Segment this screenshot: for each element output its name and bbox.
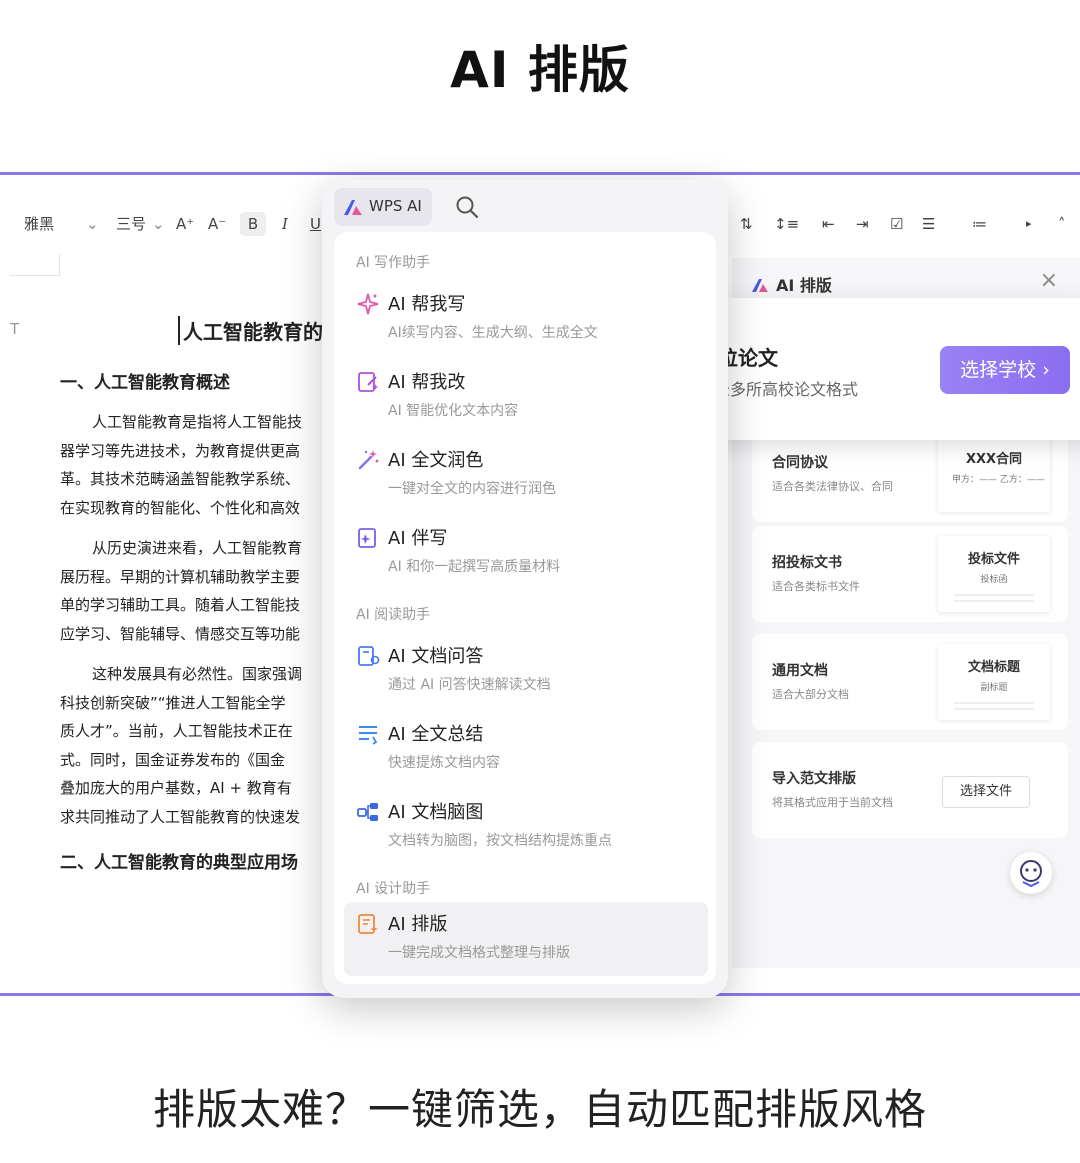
choose-file-button[interactable]: 选择文件 [942, 776, 1030, 808]
menu-item-label: AI 帮我写 [388, 294, 466, 315]
wps-ai-menu: WPS AI AI 写作助手 AI 帮我写 AI续写内容、生成大纲、生成全文 A… [322, 180, 728, 998]
chevron-down-icon[interactable]: ⌄ [86, 212, 99, 236]
template-desc: 适合各类法律协议、合同 [772, 480, 893, 493]
assistant-avatar-icon[interactable] [1010, 852, 1052, 894]
menu-item-label: AI 帮我改 [388, 372, 466, 393]
menu-item-mindmap[interactable]: AI 文档脑图 文档转为脑图，按文档结构提炼重点 [344, 790, 708, 864]
template-card-general[interactable]: 通用文档 适合大部分文档 文档标题 副标题 [752, 634, 1068, 730]
template-card-bidding[interactable]: 招投标文书 适合各类标书文件 投标文件 投标函 [752, 526, 1068, 622]
decrease-indent-icon[interactable]: ⇤ [822, 212, 835, 236]
co-write-icon [358, 528, 376, 548]
menu-item-desc: AI 智能优化文本内容 [388, 403, 519, 419]
document-title[interactable]: 人工智能教育的 [178, 316, 323, 345]
doc-qa-icon [358, 646, 380, 666]
menu-item-label: AI 文档问答 [388, 646, 484, 667]
edit-doc-icon [358, 372, 378, 392]
menu-item-doc-qa[interactable]: AI 文档问答 通过 AI 问答快速解读文档 [344, 634, 708, 708]
template-card-import[interactable]: 导入范文排版 将其格式应用于当前文档 选择文件 [752, 742, 1068, 838]
menu-item-layout[interactable]: AI 排版 一键完成文档格式整理与排版 [344, 902, 708, 976]
chevron-down-icon[interactable]: ⌄ [152, 212, 165, 236]
menu-item-desc: AI续写内容、生成大纲、生成全文 [388, 325, 598, 341]
menu-item-polish[interactable]: AI 全文润色 一键对全文的内容进行润色 [344, 438, 708, 512]
menu-item-label: AI 排版 [388, 914, 448, 935]
menu-item-desc: 一键对全文的内容进行润色 [388, 481, 556, 497]
wps-ai-label: WPS AI [369, 197, 422, 215]
menu-list: AI 写作助手 AI 帮我写 AI续写内容、生成大纲、生成全文 AI 帮我改 A… [334, 232, 716, 984]
panel-title: AI 排版 [776, 276, 832, 295]
template-name: 通用文档 [772, 663, 828, 679]
italic-button[interactable]: I [282, 212, 288, 236]
thesis-template-card[interactable]: 学位论文 收录多所高校论文格式 选择学校 › [666, 298, 1080, 440]
ruler [10, 254, 60, 276]
wps-ai-logo-icon [752, 279, 768, 292]
template-preview: XXX合同 甲方：—— 乙方：—— [938, 436, 1050, 512]
menu-item-desc: 通过 AI 问答快速解读文档 [388, 677, 551, 693]
choose-school-button[interactable]: 选择学校 › [940, 346, 1070, 394]
menu-item-label: AI 全文润色 [388, 450, 484, 471]
section-label-design: AI 设计助手 [356, 881, 431, 897]
font-family-select[interactable]: 雅黑 [24, 212, 54, 236]
menu-item-desc: AI 和你一起撰写高质量材料 [388, 559, 561, 575]
menu-item-desc: 文档转为脑图，按文档结构提炼重点 [388, 833, 612, 849]
section-label-writing: AI 写作助手 [356, 255, 431, 271]
style-marker: T [10, 320, 20, 338]
paragraph: 这种发展具有必然性。国家强调 科技创新突破”“推进人工智能全学 质人才”。当前，… [60, 665, 303, 826]
menu-item-desc: 快速提炼文档内容 [388, 755, 500, 771]
menu-item-desc: 一键完成文档格式整理与排版 [388, 945, 570, 961]
search-icon[interactable] [454, 194, 480, 220]
template-preview: 文档标题 副标题 [938, 644, 1050, 720]
template-desc: 将其格式应用于当前文档 [772, 796, 893, 809]
template-preview: 投标文件 投标函 [938, 536, 1050, 612]
caption-text: 排版太难？一键筛选，自动匹配排版风格 [152, 1085, 927, 1134]
close-icon[interactable]: × [1040, 268, 1058, 293]
more-icon[interactable]: ▸ [1026, 212, 1032, 236]
template-desc: 适合各类标书文件 [772, 580, 860, 593]
numbered-list-icon[interactable]: ≔ [972, 212, 987, 236]
panel-header: AI 排版 [750, 272, 832, 296]
line-spacing-icon[interactable]: ⇅ [740, 212, 753, 236]
menu-item-help-edit[interactable]: AI 帮我改 AI 智能优化文本内容 [344, 360, 708, 434]
document-page[interactable]: T 人工智能教育的 一、人工智能教育概述 人工智能教育是指将人工智能技 器学习等… [0, 280, 328, 980]
template-name: 招投标文书 [772, 555, 842, 571]
magic-wand-icon [358, 450, 379, 470]
font-shrink-button[interactable]: A⁻ [208, 212, 226, 236]
underline-button[interactable]: U [310, 212, 321, 236]
section-label-reading: AI 阅读助手 [356, 607, 431, 623]
font-size-select[interactable]: 三号 [116, 212, 146, 236]
increase-indent-icon[interactable]: ⇥ [856, 212, 869, 236]
template-desc: 适合大部分文档 [772, 688, 849, 701]
paragraph: 人工智能教育是指将人工智能技 器学习等先进技术，为教育提供更高 革。其技术范畴涵… [60, 413, 303, 517]
sparkle-icon [357, 293, 379, 315]
section-heading: 一、人工智能教育概述 [60, 373, 230, 393]
template-card-contract[interactable]: 合同协议 适合各类法律协议、合同 XXX合同 甲方：—— 乙方：—— [752, 426, 1068, 522]
template-name: 导入范文排版 [772, 771, 856, 787]
menu-item-label: AI 文档脑图 [388, 802, 484, 823]
menu-item-label: AI 全文总结 [388, 724, 484, 745]
wps-ai-logo-icon [344, 200, 362, 215]
menu-item-summary[interactable]: AI 全文总结 快速提炼文档内容 [344, 712, 708, 786]
layout-icon [358, 914, 378, 934]
checkbox-icon[interactable]: ☑ [890, 212, 903, 236]
section-heading: 二、人工智能教育的典型应用场 [60, 853, 298, 873]
menu-item-co-write[interactable]: AI 伴写 AI 和你一起撰写高质量材料 [344, 516, 708, 590]
paragraph-spacing-icon[interactable]: ↕≡ [774, 212, 799, 236]
font-grow-button[interactable]: A⁺ [176, 212, 194, 236]
menu-item-label: AI 伴写 [388, 528, 448, 549]
bullet-list-icon[interactable]: ☰ [922, 212, 935, 236]
menu-item-help-write[interactable]: AI 帮我写 AI续写内容、生成大纲、生成全文 [344, 282, 708, 356]
summary-icon [359, 726, 378, 745]
collapse-icon[interactable]: ˄ [1058, 212, 1066, 236]
hero-title: AI 排版 [450, 41, 630, 99]
bold-button[interactable]: B [240, 212, 266, 236]
paragraph: 从历史演进来看，人工智能教育 展历程。早期的计算机辅助教学主要 单的学习辅助工具… [60, 539, 303, 643]
wps-ai-button[interactable]: WPS AI [334, 188, 432, 226]
template-name: 合同协议 [772, 455, 828, 471]
mindmap-icon [357, 803, 378, 821]
